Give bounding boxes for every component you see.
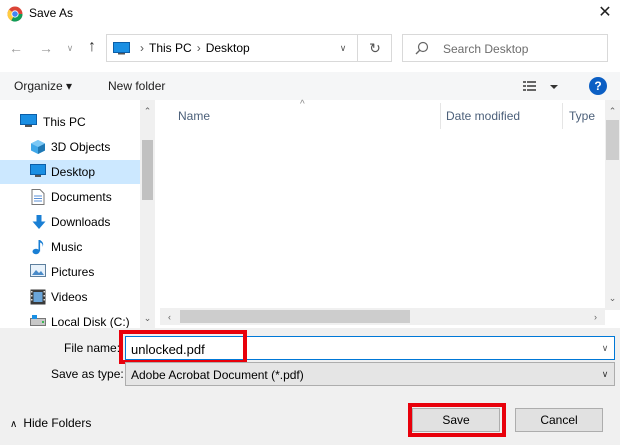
sidebar-item-local-disk[interactable]: Local Disk (C:) bbox=[0, 310, 140, 328]
cancel-button[interactable]: Cancel bbox=[515, 408, 603, 432]
scroll-down-icon[interactable]: ⌄ bbox=[605, 291, 620, 305]
sidebar-item-videos[interactable]: Videos bbox=[0, 285, 140, 309]
save-button-highlight bbox=[408, 403, 506, 437]
chevron-up-icon: ∧ bbox=[10, 419, 18, 430]
computer-icon bbox=[20, 114, 37, 130]
chevron-down-icon[interactable]: ∨ bbox=[333, 37, 353, 59]
breadcrumb: › This PC › Desktop bbox=[135, 41, 250, 55]
save-as-type-label: Save as type: bbox=[51, 367, 124, 381]
sidebar-item-desktop[interactable]: Desktop bbox=[0, 160, 140, 184]
sidebar-item-label: 3D Objects bbox=[51, 140, 111, 154]
column-header-name[interactable]: Name bbox=[178, 109, 210, 123]
scroll-up-icon[interactable]: ⌃ bbox=[605, 104, 620, 118]
chevron-down-icon[interactable]: ∨ bbox=[596, 364, 614, 384]
cube-icon bbox=[30, 139, 46, 155]
scroll-right-icon[interactable]: › bbox=[588, 310, 603, 324]
sidebar-scrollbar[interactable] bbox=[140, 100, 155, 328]
save-as-type-value: Adobe Acrobat Document (*.pdf) bbox=[131, 368, 304, 382]
breadcrumb-separator: › bbox=[140, 41, 144, 55]
recent-locations-button[interactable]: ∨ bbox=[64, 38, 76, 58]
file-name-label: File name: bbox=[64, 341, 121, 355]
file-name-highlight bbox=[119, 330, 247, 364]
breadcrumb-separator: › bbox=[196, 41, 201, 55]
title-bar bbox=[0, 0, 620, 28]
column-header-type[interactable]: Type bbox=[569, 109, 595, 123]
hide-folders-button[interactable]: ∧ Hide Folders bbox=[10, 416, 91, 430]
navigation-pane: This PC 3D Objects Desktop Documents Dow… bbox=[0, 100, 155, 328]
sidebar-item-pictures[interactable]: Pictures bbox=[0, 260, 140, 284]
download-icon bbox=[31, 214, 47, 230]
column-divider[interactable] bbox=[562, 103, 563, 129]
sidebar-item-music[interactable]: Music bbox=[0, 235, 140, 259]
sidebar-item-label: Desktop bbox=[51, 165, 96, 179]
scroll-up-icon[interactable]: ⌃ bbox=[140, 104, 155, 118]
view-options-button[interactable] bbox=[522, 79, 562, 95]
help-button[interactable]: ? bbox=[589, 77, 607, 95]
scroll-down-icon[interactable]: ⌄ bbox=[140, 311, 155, 325]
window-title: Save As bbox=[29, 6, 74, 20]
breadcrumb-this-pc[interactable]: This PC bbox=[149, 41, 192, 55]
file-list-horizontal-scroll-thumb[interactable] bbox=[180, 310, 410, 323]
sidebar-item-label: Downloads bbox=[51, 215, 111, 229]
sidebar-item-label: This PC bbox=[43, 115, 86, 129]
search-box[interactable]: Search Desktop bbox=[402, 34, 608, 62]
document-icon bbox=[31, 189, 47, 205]
save-as-type-select[interactable]: Adobe Acrobat Document (*.pdf) ∨ bbox=[125, 362, 615, 386]
refresh-button[interactable]: ↻ bbox=[361, 36, 389, 60]
sidebar-item-this-pc[interactable]: This PC bbox=[0, 110, 140, 134]
search-input[interactable]: Search Desktop bbox=[443, 42, 528, 56]
picture-icon bbox=[30, 264, 46, 280]
scroll-left-icon[interactable]: ‹ bbox=[162, 310, 177, 324]
video-icon bbox=[30, 289, 46, 305]
music-icon bbox=[31, 239, 47, 255]
sidebar-item-documents[interactable]: Documents bbox=[0, 185, 140, 209]
sidebar-item-label: Music bbox=[51, 240, 83, 254]
sidebar-item-3d-objects[interactable]: 3D Objects bbox=[0, 135, 140, 159]
search-icon bbox=[415, 41, 429, 58]
computer-icon bbox=[113, 42, 130, 58]
sidebar-scroll-thumb[interactable] bbox=[142, 140, 153, 200]
sidebar-item-label: Documents bbox=[51, 190, 112, 204]
view-list-icon bbox=[523, 81, 558, 91]
breadcrumb-desktop[interactable]: Desktop bbox=[206, 41, 250, 55]
up-button[interactable]: ↑ bbox=[82, 37, 102, 59]
close-button[interactable]: ✕ bbox=[592, 2, 618, 24]
organize-button[interactable]: Organize ▾ bbox=[14, 79, 72, 93]
new-folder-button[interactable]: New folder bbox=[108, 79, 165, 93]
drive-icon bbox=[30, 314, 46, 328]
address-bar[interactable]: › This PC › Desktop ∨ ↻ bbox=[106, 34, 392, 62]
file-list-vertical-scroll-thumb[interactable] bbox=[606, 120, 619, 160]
forward-button[interactable]: → bbox=[36, 38, 56, 58]
sidebar-item-downloads[interactable]: Downloads bbox=[0, 210, 140, 234]
sidebar-item-label: Pictures bbox=[51, 265, 95, 279]
chrome-icon bbox=[7, 6, 23, 22]
sidebar-item-label: Videos bbox=[51, 290, 88, 304]
divider bbox=[357, 35, 358, 61]
chevron-down-icon[interactable]: ∨ bbox=[596, 338, 614, 358]
sort-ascending-icon: ^ bbox=[300, 99, 305, 110]
hide-folders-label: Hide Folders bbox=[23, 416, 92, 430]
sidebar-item-label: Local Disk (C:) bbox=[51, 315, 130, 328]
toolbar: Organize ▾ New folder bbox=[0, 72, 620, 100]
column-header-date-modified[interactable]: Date modified bbox=[446, 109, 520, 123]
back-button[interactable]: ← bbox=[6, 38, 26, 58]
file-list[interactable] bbox=[160, 100, 605, 310]
desktop-icon bbox=[30, 164, 46, 180]
column-divider[interactable] bbox=[440, 103, 441, 129]
